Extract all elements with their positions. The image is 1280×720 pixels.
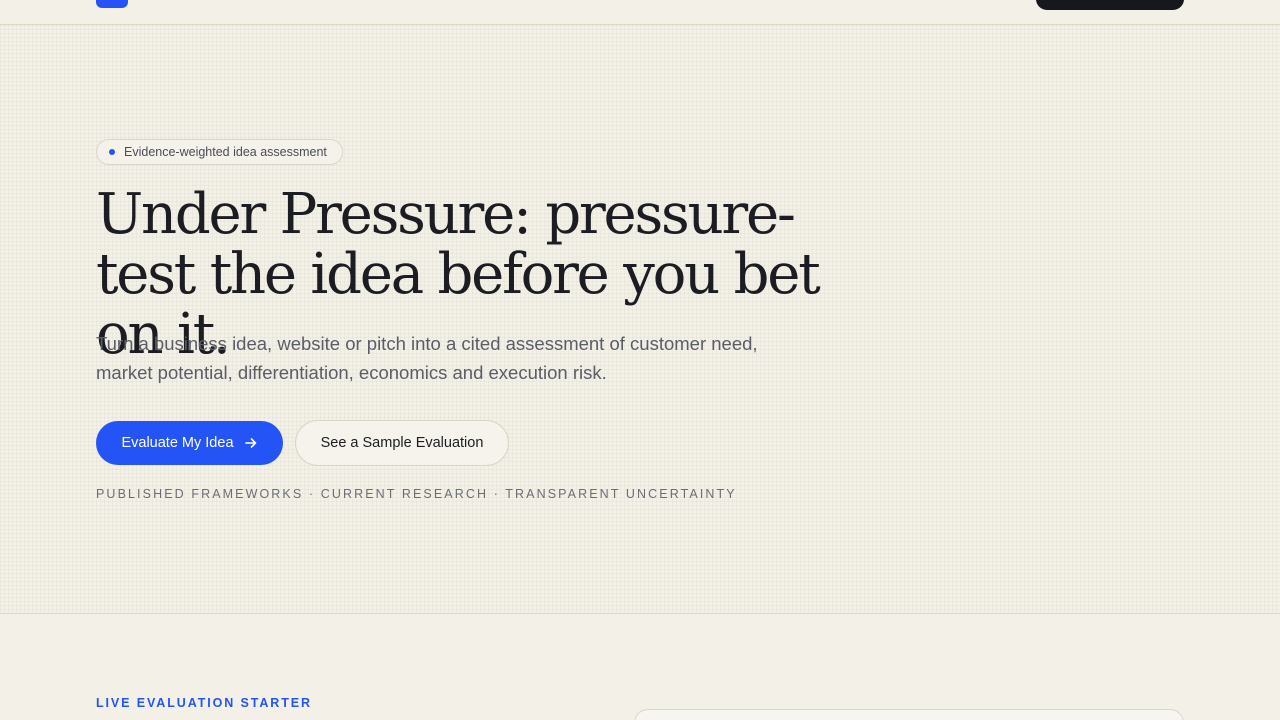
hero-badge: Evidence-weighted idea assessment: [96, 139, 343, 165]
top-navigation: [0, 0, 1280, 25]
sample-evaluation-button[interactable]: See a Sample Evaluation: [295, 420, 509, 466]
arrow-right-icon: [244, 436, 258, 450]
trust-line: PUBLISHED FRAMEWORKS · CURRENT RESEARCH …: [96, 487, 737, 501]
section-eyebrow: LIVE EVALUATION STARTER: [96, 696, 312, 710]
hero-description: Turn a business idea, website or pitch i…: [96, 333, 758, 383]
evaluate-idea-button-label: Evaluate My Idea: [121, 435, 234, 451]
evaluation-starter-card: [634, 709, 1184, 720]
logo-icon[interactable]: [96, 0, 128, 8]
nav-cta-button[interactable]: [1036, 0, 1184, 10]
evaluate-idea-button[interactable]: Evaluate My Idea: [96, 421, 283, 465]
hero-section: Evidence-weighted idea assessment Under …: [0, 25, 1280, 614]
status-dot-icon: [109, 149, 115, 155]
hero-badge-label: Evidence-weighted idea assessment: [124, 145, 327, 159]
sample-evaluation-button-label: See a Sample Evaluation: [320, 435, 484, 451]
